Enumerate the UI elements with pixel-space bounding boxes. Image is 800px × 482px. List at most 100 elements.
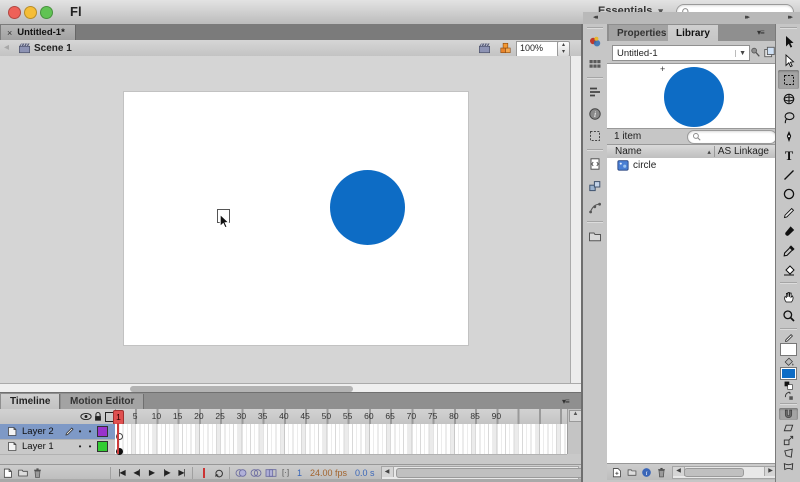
layer-row[interactable]: Layer 2 • • — [0, 424, 115, 440]
snap-to-objects-toggle[interactable] — [779, 408, 798, 420]
back-arrow-icon[interactable]: ◂ — [4, 42, 9, 53]
onion-skin-button[interactable] — [234, 467, 247, 479]
layer-visibility-dot[interactable]: • — [75, 427, 85, 436]
loop-playback-button[interactable] — [212, 467, 225, 479]
tab-motion-editor[interactable]: Motion Editor — [61, 394, 144, 409]
library-item-name[interactable]: circle — [633, 160, 656, 171]
fill-bucket-icon[interactable] — [782, 357, 796, 366]
library-item-list[interactable]: circle — [607, 158, 775, 463]
delete-item-button[interactable] — [655, 466, 668, 478]
sort-ascending-icon[interactable]: ▴ — [707, 148, 711, 156]
swap-colors-chip[interactable] — [782, 391, 796, 400]
elapsed-time-value[interactable]: 0.0 s — [355, 468, 375, 478]
eyedropper-tool[interactable] — [778, 241, 799, 260]
zoom-level-input[interactable]: 100% — [516, 41, 562, 57]
swatches-panel-button[interactable] — [585, 54, 605, 74]
pen-tool[interactable] — [778, 127, 799, 146]
minimize-window-button[interactable] — [24, 6, 37, 19]
code-snippets-panel-button[interactable] — [585, 154, 605, 174]
fill-color-swatch[interactable] — [780, 367, 797, 380]
layer-outline-color-swatch[interactable] — [97, 426, 108, 437]
black-white-chip[interactable] — [782, 381, 796, 390]
library-document-select[interactable]: Untitled-1 ▼ — [612, 45, 750, 61]
subselection-tool[interactable] — [778, 51, 799, 70]
layer-lock-dot[interactable]: • — [85, 427, 95, 436]
line-tool[interactable] — [778, 165, 799, 184]
library-column-headers[interactable]: Name ▴ AS Linkage — [607, 144, 775, 159]
library-search-input[interactable] — [687, 130, 777, 144]
item-properties-button[interactable]: i — [640, 466, 653, 478]
collapse-tools-button[interactable]: ▸▸ — [788, 13, 791, 21]
timeline-panel-menu-icon[interactable]: ▾≡ — [562, 397, 576, 407]
zoom-stepper[interactable]: ▴▾ — [557, 41, 570, 57]
library-panel-menu-icon[interactable]: ▾≡ — [757, 28, 771, 38]
info-panel-button[interactable]: i — [585, 104, 605, 124]
pin-library-icon[interactable] — [749, 46, 761, 58]
stroke-color-swatch[interactable] — [780, 343, 797, 356]
close-document-icon[interactable]: × — [7, 28, 12, 38]
column-header-as-linkage[interactable]: AS Linkage — [718, 146, 769, 157]
layer-outline-color-swatch[interactable] — [97, 441, 108, 452]
close-window-button[interactable] — [8, 6, 21, 19]
zoom-window-button[interactable] — [40, 6, 53, 19]
components-panel-button[interactable] — [585, 176, 605, 196]
envelope-option[interactable] — [779, 460, 798, 472]
onion-skin-outlines-button[interactable] — [249, 467, 262, 479]
new-folder-button[interactable] — [625, 466, 638, 478]
timeline-frame-ruler[interactable]: 51015202530354045505560657075808590 — [115, 409, 568, 424]
scroll-left-icon[interactable]: ◀ — [382, 467, 394, 477]
goto-last-frame-button[interactable]: ▶| — [174, 468, 189, 477]
distort-option[interactable] — [779, 447, 798, 459]
library-horizontal-scrollbar[interactable]: ◀ ▶ — [672, 466, 777, 479]
tab-properties[interactable]: Properties — [609, 25, 674, 41]
lasso-tool[interactable] — [778, 108, 799, 127]
stage-circle-shape[interactable] — [330, 170, 405, 245]
layer-frames-track[interactable] — [115, 424, 567, 440]
goto-first-frame-button[interactable]: |◀ — [114, 468, 129, 477]
stroke-pencil-icon[interactable] — [782, 333, 796, 342]
expand-panels-button[interactable]: ◂◂ — [593, 13, 596, 21]
hand-tool[interactable] — [778, 287, 799, 306]
oval-tool[interactable] — [778, 184, 799, 203]
scrollbar-thumb[interactable] — [130, 386, 353, 392]
frames-vertical-scrollbar[interactable]: ▲ — [567, 409, 582, 454]
playhead-line[interactable] — [117, 423, 119, 454]
modify-markers-button[interactable]: [·] — [279, 467, 292, 479]
collapse-panels-button[interactable]: ▸▸ — [745, 13, 748, 21]
layer-name[interactable]: Layer 1 — [22, 441, 64, 452]
new-symbol-button[interactable] — [610, 466, 623, 478]
tab-timeline[interactable]: Timeline — [1, 394, 60, 409]
layer-visibility-dot[interactable]: • — [75, 442, 85, 451]
center-playhead-button[interactable] — [197, 467, 210, 479]
frame-rate-value[interactable]: 24.00 fps — [310, 468, 347, 478]
list-item[interactable]: circle — [607, 158, 775, 172]
lock-all-layers-icon[interactable] — [93, 411, 103, 422]
delete-layer-button[interactable] — [31, 467, 44, 479]
layer-row[interactable]: Layer 1 • • — [0, 439, 115, 455]
column-divider[interactable] — [714, 146, 715, 157]
edit-multiple-frames-button[interactable] — [264, 467, 277, 479]
scrollbar-thumb[interactable] — [684, 468, 744, 477]
selection-tool[interactable] — [778, 32, 799, 51]
column-header-name[interactable]: Name — [615, 146, 642, 157]
document-tab[interactable]: × Untitled-1* — [1, 25, 76, 40]
scale-option[interactable] — [779, 434, 798, 446]
show-hide-all-layers-icon[interactable] — [80, 412, 92, 421]
rotate-skew-option[interactable] — [779, 421, 798, 433]
free-transform-tool[interactable] — [778, 70, 799, 89]
motion-presets-panel-button[interactable] — [585, 198, 605, 218]
color-panel-button[interactable] — [585, 32, 605, 52]
brush-tool[interactable] — [778, 222, 799, 241]
edit-symbols-button[interactable] — [499, 42, 512, 54]
zoom-tool[interactable] — [778, 306, 799, 325]
scene-name[interactable]: Scene 1 — [34, 43, 72, 54]
new-folder-button[interactable] — [16, 467, 29, 479]
step-forward-button[interactable]: |▶ — [159, 468, 174, 477]
new-layer-button[interactable] — [1, 467, 14, 479]
eraser-tool[interactable] — [778, 260, 799, 279]
stage-canvas[interactable] — [123, 91, 469, 346]
scrollbar-thumb[interactable] — [396, 468, 608, 478]
pasteboard[interactable] — [0, 56, 570, 383]
layer-lock-dot[interactable]: • — [85, 442, 95, 451]
project-panel-button[interactable] — [585, 226, 605, 246]
